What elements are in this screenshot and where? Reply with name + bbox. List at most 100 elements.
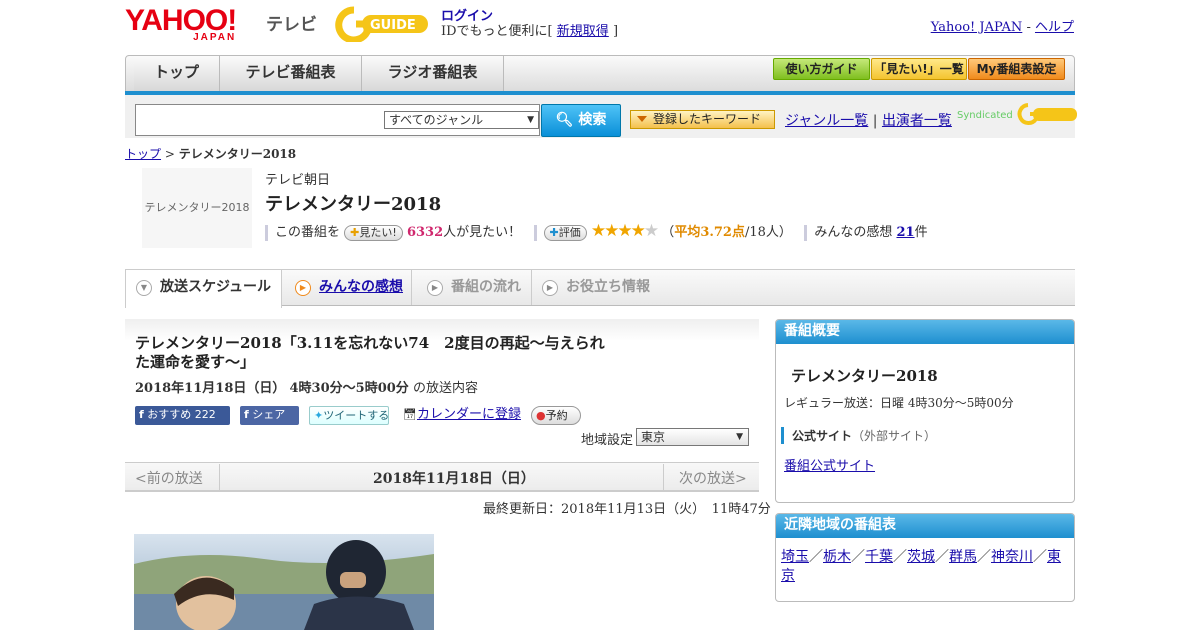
login-prompt: IDでもっと便利に[ 新規取得 ] xyxy=(441,20,618,39)
prev-broadcast-link[interactable]: <前の放送 xyxy=(135,468,203,488)
yahoo-japan-link[interactable]: Yahoo! JAPAN xyxy=(931,20,1023,35)
tab-useful-info[interactable]: ▶ お役立ち情報 xyxy=(532,270,662,305)
gguide-logo[interactable]: GUIDE xyxy=(334,6,434,42)
genre-select[interactable]: すべてのジャンル xyxy=(384,111,539,129)
reserve-label: 予約 xyxy=(545,409,568,422)
region-select[interactable]: 東京 xyxy=(636,428,749,446)
breadcrumb-separator: > xyxy=(164,147,175,161)
want-prefix: この番組を xyxy=(275,225,341,240)
gguide-small-logo xyxy=(1017,103,1077,125)
region-separator: ／ xyxy=(851,549,865,565)
photo-illustration xyxy=(134,540,434,630)
cast-list-link[interactable]: 出演者一覧 xyxy=(882,113,952,129)
chevron-right-icon: ▶ xyxy=(295,280,311,296)
fb-share-label: シェア xyxy=(252,408,286,421)
impressions-count-link[interactable]: 21 xyxy=(896,225,914,240)
tab-label: みんなの感想 xyxy=(319,279,403,295)
impressions-label: みんなの感想 xyxy=(814,225,893,240)
link-separator: | xyxy=(872,113,878,129)
rate-button[interactable]: ✚評価 xyxy=(543,224,587,241)
region-separator: ／ xyxy=(977,549,991,565)
tv-logo[interactable]: テレビ xyxy=(266,10,317,35)
next-broadcast-link[interactable]: 次の放送> xyxy=(679,468,747,488)
official-site-label: 公式サイト xyxy=(792,429,853,443)
tab-tv-schedule[interactable]: テレビ番組表 xyxy=(220,56,362,91)
program-overview-box: 番組概要 xyxy=(775,319,1075,503)
main-nav: トップ テレビ番組表 ラジオ番組表 使い方ガイド 「見たい!」一覧 My番組表設… xyxy=(125,55,1075,92)
rate-button-label: 評価 xyxy=(558,225,581,239)
star-icon: ★ xyxy=(604,221,619,241)
region-separator: ／ xyxy=(809,549,823,565)
yahoo-japan-logo[interactable]: YAHOO! JAPAN xyxy=(125,6,237,43)
fb-count: 222 xyxy=(194,408,216,421)
want-suffix: 人が見たい！ xyxy=(443,225,522,240)
tab-impressions[interactable]: ▶ みんなの感想 xyxy=(285,270,412,305)
help-link[interactable]: ヘルプ xyxy=(1035,20,1074,35)
program-stats: この番組を ✚見たい! 6332人が見たい！ ✚評価 ★★★★★ （平均3.72… xyxy=(265,221,928,241)
nearby-region-link[interactable]: 群馬 xyxy=(949,549,977,565)
overview-heading: 番組概要 xyxy=(776,320,1074,344)
episode-date-day: 2018年11月18日（日） xyxy=(135,381,286,396)
tweet-label: ツイートする xyxy=(323,409,390,422)
regular-broadcast: レギュラー放送：日曜 4時30分～5時00分 xyxy=(784,396,1014,410)
tab-radio-schedule[interactable]: ラジオ番組表 xyxy=(362,56,504,91)
tab-program-flow[interactable]: ▶ 番組の流れ xyxy=(417,270,532,305)
reserve-button[interactable]: ●予約 xyxy=(531,406,581,425)
region-separator: ／ xyxy=(935,549,949,565)
content-tabs: ▼ 放送スケジュール ▶ みんなの感想 ▶ 番組の流れ ▶ お役立ち情報 xyxy=(125,269,1075,308)
nearby-region-link[interactable]: 栃木 xyxy=(823,549,851,565)
register-link[interactable]: 新規取得 xyxy=(557,24,609,39)
login-prefix: IDでもっと便利に[ xyxy=(441,24,553,39)
saved-keywords-button[interactable]: 登録したキーワード xyxy=(630,110,775,129)
breadcrumb-top-link[interactable]: トップ xyxy=(125,147,161,161)
my-schedule-settings-button[interactable]: My番組表設定 xyxy=(968,58,1065,80)
want-count: 6332 xyxy=(406,225,444,240)
rating-open: （ xyxy=(661,225,675,240)
record-icon: ● xyxy=(536,409,546,422)
station-name: テレビ朝日 xyxy=(265,173,331,188)
impressions-unit: 件 xyxy=(914,225,928,240)
facebook-icon: f xyxy=(139,408,144,421)
want-button-label: 見たい! xyxy=(359,225,397,239)
nearby-region-link[interactable]: 神奈川 xyxy=(991,549,1033,565)
gguide-text: GUIDE xyxy=(370,18,416,33)
official-site-heading: 公式サイト（外部サイト） xyxy=(781,427,936,444)
nearby-region-link[interactable]: 千葉 xyxy=(865,549,893,565)
login-suffix: ] xyxy=(612,24,619,39)
syndicated-text: Syndicated xyxy=(957,110,1013,121)
usage-guide-button[interactable]: 使い方ガイド xyxy=(773,58,870,80)
star-icon: ★ xyxy=(617,221,632,241)
pager-divider xyxy=(219,464,220,490)
rating-average: 平均3.72点 xyxy=(674,225,745,240)
stat-divider xyxy=(265,224,268,241)
official-site-link[interactable]: 番組公式サイト xyxy=(784,455,875,474)
region-separator: ／ xyxy=(893,549,907,565)
plus-icon: ✚ xyxy=(549,225,559,239)
official-site-note: （外部サイト） xyxy=(852,429,937,443)
calendar-register-link[interactable]: 📅︎カレンダーに登録 xyxy=(399,406,523,425)
search-links: ジャンル一覧 | 出演者一覧 xyxy=(785,110,952,130)
search-icon: 🔍︎ xyxy=(555,112,574,128)
header-separator: - xyxy=(1022,20,1035,35)
nearby-region-link[interactable]: 埼玉 xyxy=(781,549,809,565)
search-button-label: 検索 xyxy=(578,112,607,128)
facebook-recommend-button[interactable]: f おすすめ 222 xyxy=(135,406,230,425)
facebook-share-button[interactable]: f シェア xyxy=(240,406,299,425)
tab-broadcast-schedule[interactable]: ▼ 放送スケジュール xyxy=(125,270,282,308)
last-updated: 最終更新日：2018年11月13日（火） 11時47分 xyxy=(483,502,771,517)
program-title: テレメンタリー2018 xyxy=(265,194,442,215)
calendar-icon: 📅︎ xyxy=(403,408,417,421)
genre-list-link[interactable]: ジャンル一覧 xyxy=(785,113,868,129)
nearby-region-link[interactable]: 茨城 xyxy=(907,549,935,565)
want-list-button[interactable]: 「見たい!」一覧 xyxy=(871,58,967,80)
breadcrumb-current: テレメンタリー2018 xyxy=(178,147,297,161)
tab-top[interactable]: トップ xyxy=(134,56,220,91)
stat-divider xyxy=(533,224,537,241)
want-button[interactable]: ✚見たい! xyxy=(344,224,403,241)
tab-label: お役立ち情報 xyxy=(566,279,650,295)
star-icon: ★ xyxy=(630,221,646,241)
plus-icon: ✚ xyxy=(350,225,360,239)
tweet-button[interactable]: ✦ツイートする xyxy=(309,406,389,425)
search-button[interactable]: 🔍︎ 検索 xyxy=(541,104,621,137)
episode-title: テレメンタリー2018「3.11を忘れない74 2度目の再起～与えられた運命を愛… xyxy=(135,334,605,371)
